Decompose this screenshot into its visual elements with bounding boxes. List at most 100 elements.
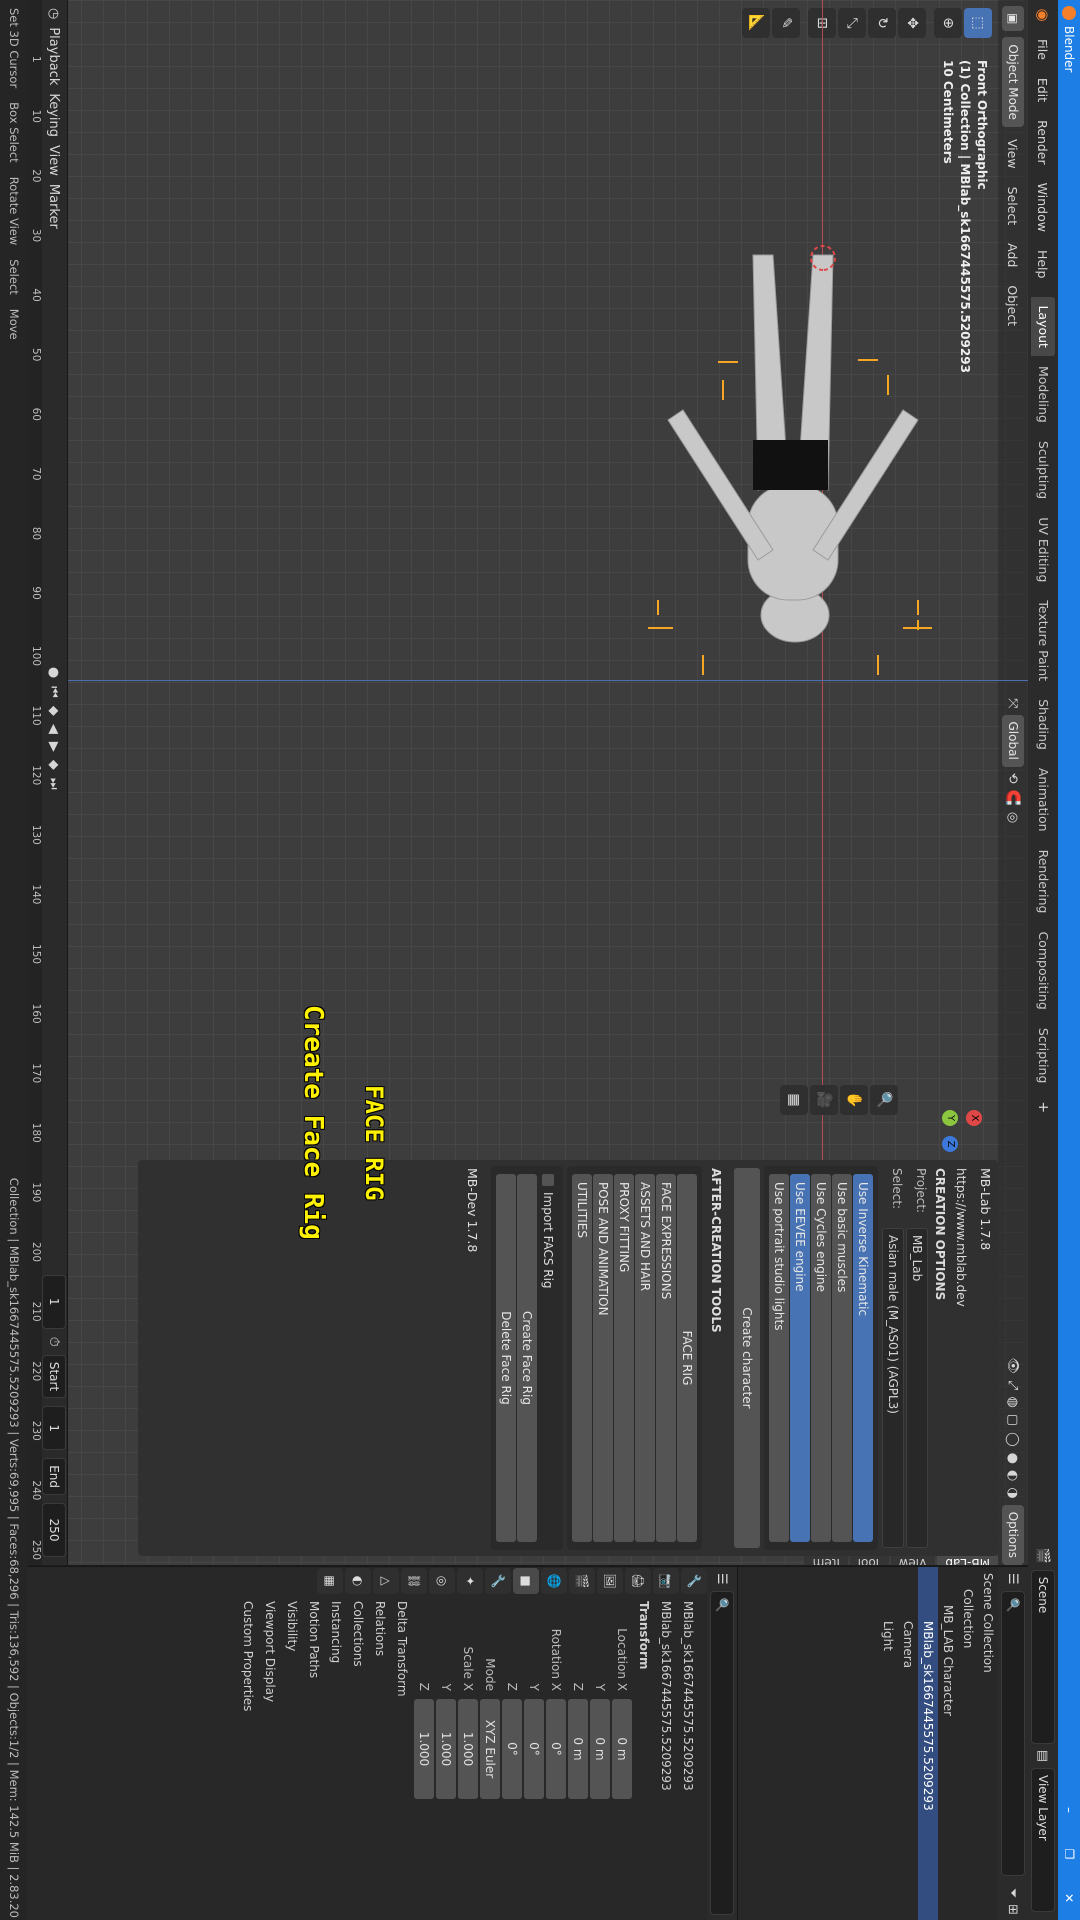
gizmo-z-axis[interactable]: Z	[942, 1136, 958, 1152]
studio-lights-toggle[interactable]: Use portrait studio lights	[769, 1174, 789, 1542]
data-tab-icon[interactable]: △	[373, 1568, 399, 1594]
section-motion-paths[interactable]: Motion Paths	[303, 1601, 325, 1920]
menu-window[interactable]: Window	[1036, 174, 1051, 241]
outliner-item-camera[interactable]: Camera	[898, 1567, 918, 1920]
properties-search-input[interactable]: 🔍	[710, 1590, 734, 1915]
outliner-item-mblab-mesh[interactable]: MBlab_sk1667445575.5209293	[918, 1567, 938, 1920]
rotation-z-field[interactable]: 0°	[502, 1699, 522, 1799]
menu-file[interactable]: File	[1036, 30, 1051, 69]
delete-face-rig-button[interactable]: Delete Face Rig	[496, 1174, 516, 1542]
view-layer-selector[interactable]: View Layer	[1031, 1768, 1055, 1912]
scale-z-field[interactable]: 1.000	[414, 1699, 434, 1799]
jump-start-icon[interactable]: ⏮	[47, 686, 62, 698]
current-frame-field[interactable]: 1	[42, 1274, 66, 1329]
render-tab-icon[interactable]: 📷	[653, 1568, 679, 1594]
mb-lab-header[interactable]: MB-Lab 1.7.8	[972, 1160, 998, 1556]
menu-render[interactable]: Render	[1036, 111, 1051, 174]
rotation-x-field[interactable]: 0°	[546, 1699, 566, 1799]
view-layer-tab-icon[interactable]: 🖼	[597, 1568, 623, 1594]
tab-scripting[interactable]: Scripting	[1031, 1020, 1055, 1092]
rotation-mode-dropdown[interactable]: XYZ Euler	[480, 1699, 500, 1799]
proxy-fitting-tool[interactable]: PROXY FITTING	[614, 1174, 634, 1542]
outliner-item-collection[interactable]: Collection	[958, 1567, 978, 1920]
object-name-field[interactable]: MBlab_sk1667445575.5209293	[655, 1601, 677, 1920]
prev-key-icon[interactable]: ◆	[47, 706, 62, 716]
tab-shading[interactable]: Shading	[1031, 691, 1055, 758]
outliner-item-light[interactable]: Light	[878, 1567, 898, 1920]
section-custom-properties[interactable]: Custom Properties	[237, 1601, 259, 1920]
tab-tool[interactable]: Tool	[849, 1556, 889, 1565]
cycles-engine-toggle[interactable]: Use Cycles engine	[811, 1174, 831, 1542]
create-face-rig-button[interactable]: Create Face Rig	[517, 1174, 537, 1542]
close-icon[interactable]: ✕	[1062, 1876, 1076, 1920]
scene-tab-icon[interactable]: 🎬	[569, 1568, 595, 1594]
menu-edit[interactable]: Edit	[1036, 69, 1051, 111]
create-character-button[interactable]: Create character	[734, 1168, 760, 1548]
assets-hair-tool[interactable]: ASSETS AND HAIR	[635, 1174, 655, 1542]
mb-dev-header[interactable]: MB-Dev 1.7.8	[459, 1160, 485, 1556]
mblab-url[interactable]: https://www.mblab.dev	[951, 1168, 971, 1548]
outliner-item-mblab-character[interactable]: MB_LAB Character	[938, 1567, 958, 1920]
gizmo-x-axis[interactable]: X	[966, 1110, 982, 1126]
rotation-y-field[interactable]: 0°	[524, 1699, 544, 1799]
scale-x-field[interactable]: 1.000	[458, 1699, 478, 1799]
maximize-icon[interactable]: ❐	[1062, 1832, 1076, 1876]
utilities-tool[interactable]: UTILITIES	[572, 1174, 592, 1542]
scale-y-field[interactable]: 1.000	[436, 1699, 456, 1799]
tab-compositing[interactable]: Compositing	[1031, 923, 1055, 1017]
constraints-tab-icon[interactable]: ⛓	[401, 1568, 427, 1594]
outliner-editor-icon[interactable]: ☰	[1006, 1573, 1021, 1585]
face-expressions-tool[interactable]: FACE EXPRESSIONS	[656, 1174, 676, 1542]
pan-icon[interactable]: ✋	[840, 1085, 868, 1115]
transform-section[interactable]: Transform	[633, 1601, 655, 1920]
pose-animation-tool[interactable]: POSE AND ANIMATION	[593, 1174, 613, 1542]
inverse-kinematic-toggle[interactable]: Use Inverse Kinematic	[853, 1174, 873, 1542]
character-select-dropdown[interactable]: Asian male (M_AS01) (AGPL3)	[882, 1228, 904, 1548]
timeline-menu-marker[interactable]: Marker	[47, 184, 62, 229]
tab-item[interactable]: Item	[804, 1556, 848, 1565]
start-frame-field[interactable]: 1	[42, 1406, 66, 1451]
location-z-field[interactable]: 0 m	[568, 1699, 588, 1799]
play-reverse-icon[interactable]: ◀	[47, 724, 62, 734]
tab-layout[interactable]: Layout	[1031, 297, 1055, 356]
navigation-gizmo[interactable]: Y X Z	[908, 1080, 988, 1160]
face-rig-tool[interactable]: FACE RIG	[677, 1174, 697, 1542]
timeline-editor-icon[interactable]: ◷	[47, 8, 62, 19]
outliner-item-scene-collection[interactable]: Scene Collection	[978, 1567, 998, 1920]
material-tab-icon[interactable]: ◐	[345, 1568, 371, 1594]
section-collections[interactable]: Collections	[347, 1601, 369, 1920]
filter-icon[interactable]: ⏷	[1006, 1888, 1021, 1898]
location-x-field[interactable]: 0 m	[612, 1699, 632, 1799]
object-tab-icon[interactable]: ■	[513, 1568, 539, 1594]
section-relations[interactable]: Relations	[369, 1601, 391, 1920]
eevee-engine-toggle[interactable]: Use EEVEE engine	[790, 1174, 810, 1542]
ortho-toggle-icon[interactable]: ▦	[780, 1085, 808, 1115]
timeline-menu-view[interactable]: View	[47, 145, 62, 176]
3d-viewport[interactable]: ▣ Object Mode View Select Add Object ⤧ G…	[68, 0, 1028, 1565]
new-collection-icon[interactable]: ⊞	[1006, 1904, 1021, 1915]
project-field[interactable]: MB_Lab	[906, 1228, 928, 1548]
modifier-tab-icon[interactable]: 🔧	[485, 1568, 511, 1594]
tool-tab-icon[interactable]: 🔧	[681, 1568, 707, 1594]
tab-sculpting[interactable]: Sculpting	[1031, 433, 1055, 507]
physics-tab-icon[interactable]: ◎	[429, 1568, 455, 1594]
section-instancing[interactable]: Instancing	[325, 1601, 347, 1920]
tab-mb-lab[interactable]: MB-Lab	[937, 1556, 998, 1565]
minimize-icon[interactable]: –	[1062, 1788, 1076, 1832]
camera-view-icon[interactable]: 🎥	[810, 1085, 838, 1115]
scene-selector[interactable]: Scene	[1031, 1569, 1055, 1744]
particles-tab-icon[interactable]: ✦	[457, 1568, 483, 1594]
section-visibility[interactable]: Visibility	[281, 1601, 303, 1920]
play-icon[interactable]: ▶	[47, 742, 62, 752]
outliner-search-input[interactable]: 🔍	[1001, 1590, 1025, 1876]
frame-ruler[interactable]: 1 10 20 30 40 50 60 70 80 90 100 110 120 130 140 150 160…	[28, 0, 42, 1565]
tab-rendering[interactable]: Rendering	[1031, 842, 1055, 922]
tab-uv-editing[interactable]: UV Editing	[1031, 509, 1055, 590]
tab-animation[interactable]: Animation	[1031, 760, 1055, 840]
basic-muscles-toggle[interactable]: Use basic muscles	[832, 1174, 852, 1542]
blender-menu-icon[interactable]: ◉	[1034, 0, 1052, 30]
end-frame-field[interactable]: 250	[42, 1503, 66, 1557]
menu-help[interactable]: Help	[1036, 241, 1051, 288]
tab-modeling[interactable]: Modeling	[1031, 358, 1055, 431]
gizmo-y-axis[interactable]: Y	[942, 1110, 958, 1126]
